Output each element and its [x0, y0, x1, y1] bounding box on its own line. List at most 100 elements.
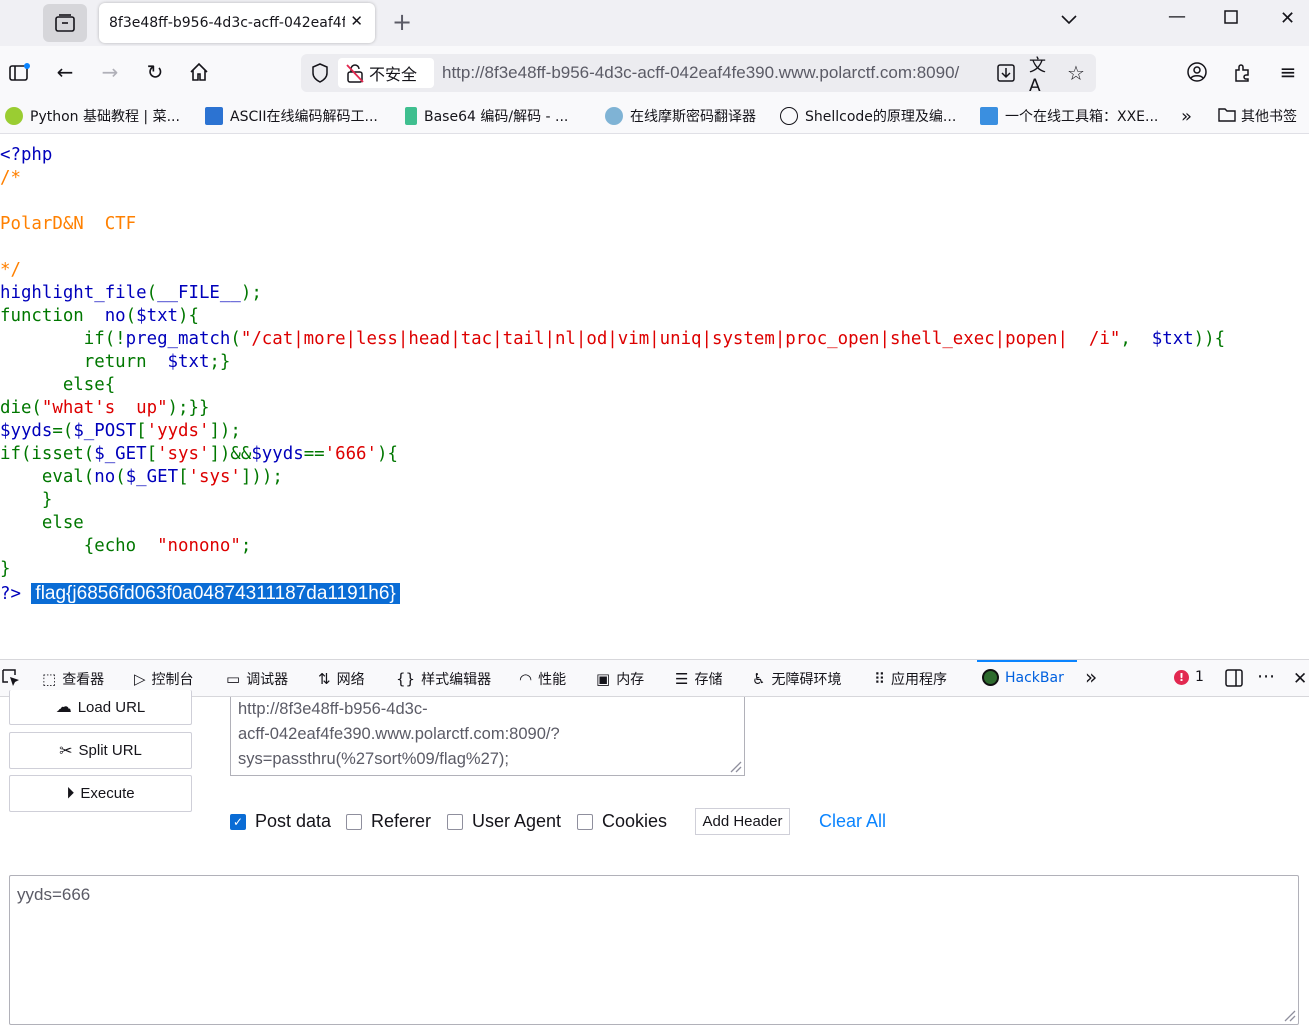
tab-memory[interactable]: ▣ 内存 [596, 669, 644, 689]
checkbox-box [346, 813, 362, 830]
split-url-button[interactable]: ✂ Split URL [9, 732, 192, 769]
cloud-download-icon: ☁ [55, 699, 72, 716]
tab-performance[interactable]: ◠ 性能 [519, 669, 566, 689]
forward-arrow-icon[interactable]: → [98, 60, 122, 84]
button-label: Load URL [77, 698, 146, 716]
post-data-checkbox[interactable]: ✓ Post data [230, 811, 331, 832]
tab-label: 应用程序 [891, 672, 947, 688]
extensions-icon[interactable] [1231, 60, 1255, 84]
resize-grip-icon[interactable] [1282, 1008, 1296, 1022]
code-token: */ [0, 260, 21, 280]
bookmark-item[interactable]: Python 基础教程 | 菜... [5, 106, 180, 126]
tab-hackbar[interactable]: HackBar [982, 669, 1064, 686]
minimize-icon[interactable]: — [1168, 6, 1186, 27]
user-agent-checkbox[interactable]: User Agent [447, 811, 561, 832]
checkbox-label: User Agent [472, 811, 562, 831]
browser-tab-active[interactable]: 8f3e48ff-b956-4d3c-acff-042eaf4fe390.www… [99, 3, 375, 43]
code-token: ( [146, 283, 158, 303]
account-icon[interactable] [1185, 60, 1209, 84]
tab-application[interactable]: ⠿ 应用程序 [874, 669, 947, 689]
checkbox-box [447, 813, 463, 830]
tab-network[interactable]: ⇅ 网络 [318, 669, 365, 689]
tab-list-button[interactable] [43, 4, 87, 42]
code-token: $_POST [73, 421, 137, 441]
code-token: /* [0, 168, 21, 188]
bookmark-item[interactable]: Base64 编码/解码 - ... [405, 106, 568, 126]
bookmark-item[interactable]: Shellcode的原理及编... [780, 106, 956, 126]
load-url-button[interactable]: ☁ Load URL [9, 690, 192, 725]
code-token: == [303, 444, 325, 464]
runoob-icon [5, 107, 23, 125]
error-counter[interactable]: ! 1 [1174, 669, 1204, 685]
flag-output[interactable]: flag{j6856fd063f0a04874311187da1191h6} [31, 583, 400, 604]
code-line: if(isset($_GET['sys'])&&$yyds=='666'){ [0, 443, 1225, 466]
other-bookmarks[interactable]: 其他书签 [1218, 106, 1297, 126]
code-line: function no($txt){ [0, 305, 1225, 328]
code-token: , [1120, 329, 1152, 349]
code-token: 'yyds' [146, 421, 210, 441]
tab-list-icon [55, 14, 75, 32]
clear-all-link[interactable]: Clear All [819, 811, 886, 832]
maximize-icon[interactable] [1224, 8, 1238, 29]
code-token: ( [125, 306, 137, 326]
dock-mode-icon[interactable] [1225, 669, 1243, 687]
bookmark-label: Shellcode的原理及编... [805, 109, 957, 125]
element-picker-icon[interactable] [2, 669, 20, 687]
add-header-button[interactable]: Add Header [695, 808, 790, 835]
url-text[interactable]: http://8f3e48ff-b956-4d3c-acff-042eaf4fe… [442, 63, 962, 83]
code-token: ){ [377, 444, 398, 464]
star-icon[interactable]: ☆ [1064, 61, 1088, 85]
code-line: highlight_file(__FILE__); [0, 282, 1225, 305]
tab-inspector[interactable]: ⬚ 查看器 [42, 669, 104, 689]
translate-icon[interactable]: 文A [1029, 56, 1053, 96]
resize-grip-icon[interactable] [728, 759, 742, 773]
close-icon[interactable]: ✕ [350, 12, 363, 30]
referer-checkbox[interactable]: Referer [346, 811, 431, 832]
code-token: 'sys' [188, 467, 241, 487]
code-token: ( [83, 467, 95, 487]
inspector-icon: ⬚ [42, 670, 57, 688]
more-options-icon[interactable]: ⋯ [1257, 666, 1275, 687]
home-icon[interactable] [187, 60, 211, 84]
tab-accessibility[interactable]: ♿ 无障碍环境 [752, 669, 841, 689]
bookmark-item[interactable]: 在线摩斯密码翻译器 [605, 106, 756, 126]
download-page-icon[interactable] [994, 61, 1018, 85]
devtools-close-icon[interactable]: ✕ [1293, 669, 1307, 689]
more-bookmarks-icon[interactable]: » [1181, 106, 1192, 127]
back-arrow-icon[interactable]: ← [53, 60, 77, 84]
code-token: else{ [0, 375, 116, 395]
error-count: 1 [1195, 669, 1204, 685]
code-token: ]); [209, 421, 241, 441]
bookmark-label: ASCII在线编码解码工... [230, 109, 378, 125]
tab-style-editor[interactable]: {} 样式编辑器 [396, 669, 491, 689]
sidebar-icon[interactable] [8, 60, 32, 84]
bookmark-item[interactable]: 一个在线工具箱：XXE... [980, 106, 1158, 126]
menu-icon[interactable]: ≡ [1276, 60, 1300, 84]
shield-icon[interactable] [308, 61, 332, 85]
site-security-button[interactable]: 不安全 [338, 58, 434, 88]
url-textarea[interactable]: http://8f3e48ff-b956-4d3c-acff-042eaf4fe… [230, 697, 745, 776]
reload-icon[interactable]: ↻ [143, 60, 167, 84]
tool-icon [405, 107, 417, 125]
code-line: die("what's up");}} [0, 397, 1225, 420]
code-token: $_GET [94, 444, 147, 464]
tab-debugger[interactable]: ▭ 调试器 [226, 669, 288, 689]
tab-label: 内存 [616, 672, 645, 688]
braces-icon: {} [396, 670, 416, 688]
window-close-icon[interactable]: ✕ [1280, 8, 1295, 29]
code-line: eval(no($_GET['sys'])); [0, 466, 1225, 489]
button-label: Split URL [78, 742, 142, 759]
post-data-textarea[interactable]: yyds=666 [9, 875, 1299, 1025]
code-token: ( [115, 467, 126, 487]
url-bar[interactable]: 不安全 http://8f3e48ff-b956-4d3c-acff-042ea… [301, 54, 1096, 96]
more-tabs-icon[interactable]: » [1085, 665, 1097, 689]
tab-storage[interactable]: ☰ 存储 [675, 669, 722, 689]
tab-console[interactable]: ▷ 控制台 [134, 669, 194, 689]
cookies-checkbox[interactable]: Cookies [577, 811, 667, 832]
execute-button[interactable]: ⏵ Execute [9, 775, 192, 812]
code-line: else{ [0, 374, 1225, 397]
new-tab-icon[interactable]: + [392, 8, 412, 36]
chevron-down-icon[interactable] [1060, 10, 1078, 31]
bookmark-item[interactable]: ASCII在线编码解码工... [205, 106, 378, 126]
